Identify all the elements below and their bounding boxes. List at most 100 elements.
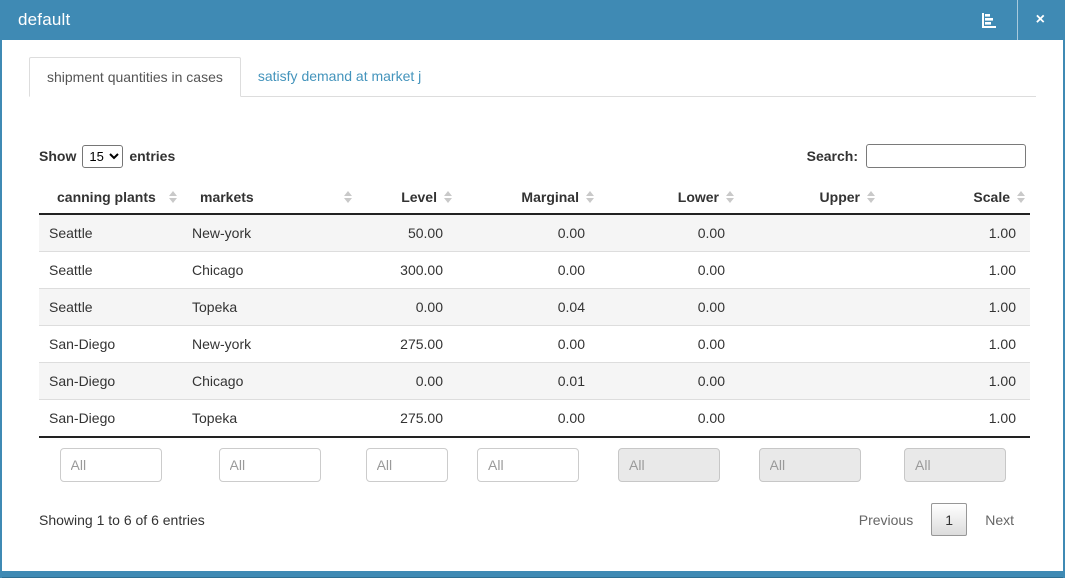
cell-marginal: 0.01 bbox=[457, 363, 599, 400]
cell-marginal: 0.00 bbox=[457, 214, 599, 252]
cell-canning-plants: Seattle bbox=[39, 252, 182, 289]
tab-bar: shipment quantities in cases satisfy dem… bbox=[29, 57, 1036, 97]
cell-upper bbox=[739, 214, 880, 252]
column-header-canning-plants[interactable]: canning plants bbox=[39, 181, 182, 214]
page-length-control: Show 15 entries bbox=[39, 145, 175, 168]
cell-upper bbox=[739, 289, 880, 326]
cell-level: 275.00 bbox=[357, 400, 457, 438]
cell-upper bbox=[739, 326, 880, 363]
cell-canning-plants: San-Diego bbox=[39, 400, 182, 438]
cell-markets: New-york bbox=[182, 214, 357, 252]
sort-icon[interactable] bbox=[444, 191, 452, 203]
cell-upper bbox=[739, 252, 880, 289]
column-header-lower[interactable]: Lower bbox=[599, 181, 739, 214]
datatable-section: Show 15 entries Search: canning plants ma… bbox=[2, 144, 1063, 536]
cell-markets: New-york bbox=[182, 326, 357, 363]
sort-icon[interactable] bbox=[1017, 191, 1025, 203]
tab-satisfy-demand[interactable]: satisfy demand at market j bbox=[241, 57, 438, 96]
cell-level: 50.00 bbox=[357, 214, 457, 252]
column-header-markets[interactable]: markets bbox=[182, 181, 357, 214]
cell-scale: 1.00 bbox=[880, 289, 1030, 326]
cell-markets: Chicago bbox=[182, 252, 357, 289]
show-label: Show bbox=[39, 148, 76, 164]
search-label: Search: bbox=[807, 148, 858, 164]
sort-icon[interactable] bbox=[344, 191, 352, 203]
sort-icon[interactable] bbox=[726, 191, 734, 203]
column-header-upper[interactable]: Upper bbox=[739, 181, 880, 214]
column-label: canning plants bbox=[57, 189, 156, 205]
cell-marginal: 0.00 bbox=[457, 326, 599, 363]
cell-scale: 1.00 bbox=[880, 252, 1030, 289]
column-header-level[interactable]: Level bbox=[357, 181, 457, 214]
cell-markets: Topeka bbox=[182, 400, 357, 438]
column-header-scale[interactable]: Scale bbox=[880, 181, 1030, 214]
column-label: Marginal bbox=[521, 189, 579, 205]
column-header-marginal[interactable]: Marginal bbox=[457, 181, 599, 214]
cell-canning-plants: San-Diego bbox=[39, 363, 182, 400]
cell-level: 0.00 bbox=[357, 289, 457, 326]
cell-upper bbox=[739, 400, 880, 438]
next-page-button[interactable]: Next bbox=[973, 506, 1026, 534]
cell-scale: 1.00 bbox=[880, 326, 1030, 363]
filter-input-markets[interactable] bbox=[219, 448, 321, 482]
cell-lower: 0.00 bbox=[599, 214, 739, 252]
cell-marginal: 0.00 bbox=[457, 252, 599, 289]
entries-label: entries bbox=[129, 148, 175, 164]
sort-icon[interactable] bbox=[867, 191, 875, 203]
filter-input-level[interactable] bbox=[366, 448, 449, 482]
cell-markets: Chicago bbox=[182, 363, 357, 400]
titlebar-actions: × bbox=[961, 0, 1063, 40]
cell-marginal: 0.00 bbox=[457, 400, 599, 438]
previous-page-button[interactable]: Previous bbox=[847, 506, 925, 534]
cell-scale: 1.00 bbox=[880, 214, 1030, 252]
bottom-accent-bar bbox=[2, 571, 1063, 578]
page-number-button[interactable]: 1 bbox=[931, 503, 967, 536]
table-row: SeattleNew-york50.000.000.001.00 bbox=[39, 214, 1030, 252]
table-row: San-DiegoChicago0.000.010.001.00 bbox=[39, 363, 1030, 400]
close-icon[interactable]: × bbox=[1018, 0, 1063, 40]
cell-lower: 0.00 bbox=[599, 363, 739, 400]
search-control: Search: bbox=[807, 144, 1026, 168]
results-table: canning plants markets Level Marginal Lower U… bbox=[39, 181, 1030, 488]
cell-canning-plants: Seattle bbox=[39, 214, 182, 252]
cell-lower: 0.00 bbox=[599, 326, 739, 363]
dialog-title: default bbox=[18, 10, 70, 30]
cell-scale: 1.00 bbox=[880, 400, 1030, 438]
page-length-select[interactable]: 15 bbox=[82, 145, 123, 168]
cell-level: 275.00 bbox=[357, 326, 457, 363]
table-row: San-DiegoNew-york275.000.000.001.00 bbox=[39, 326, 1030, 363]
table-row: SeattleChicago300.000.000.001.00 bbox=[39, 252, 1030, 289]
table-footer: Showing 1 to 6 of 6 entries Previous 1 N… bbox=[39, 503, 1026, 536]
cell-canning-plants: San-Diego bbox=[39, 326, 182, 363]
pagination: Previous 1 Next bbox=[847, 503, 1026, 536]
table-row: San-DiegoTopeka275.000.000.001.00 bbox=[39, 400, 1030, 438]
cell-upper bbox=[739, 363, 880, 400]
cell-level: 0.00 bbox=[357, 363, 457, 400]
filter-input-scale bbox=[904, 448, 1006, 482]
cell-canning-plants: Seattle bbox=[39, 289, 182, 326]
cell-marginal: 0.04 bbox=[457, 289, 599, 326]
tab-shipment-quantities[interactable]: shipment quantities in cases bbox=[29, 57, 241, 97]
column-label: Upper bbox=[820, 189, 860, 205]
titlebar: default × bbox=[2, 0, 1063, 40]
cell-lower: 0.00 bbox=[599, 252, 739, 289]
table-row: SeattleTopeka0.000.040.001.00 bbox=[39, 289, 1030, 326]
filter-input-marginal[interactable] bbox=[477, 448, 579, 482]
results-dialog: default × shipment quantities in cases s… bbox=[0, 0, 1065, 578]
column-filter-row bbox=[39, 437, 1030, 488]
column-label: markets bbox=[200, 189, 254, 205]
cell-lower: 0.00 bbox=[599, 289, 739, 326]
column-label: Lower bbox=[678, 189, 719, 205]
sort-icon[interactable] bbox=[586, 191, 594, 203]
column-label: Scale bbox=[973, 189, 1010, 205]
cell-scale: 1.00 bbox=[880, 363, 1030, 400]
cell-markets: Topeka bbox=[182, 289, 357, 326]
table-toolbar: Show 15 entries Search: bbox=[39, 144, 1026, 168]
filter-input-canning-plants[interactable] bbox=[60, 448, 162, 482]
column-label: Level bbox=[401, 189, 437, 205]
entries-info: Showing 1 to 6 of 6 entries bbox=[39, 512, 205, 528]
filter-input-lower bbox=[618, 448, 720, 482]
sort-icon[interactable] bbox=[169, 191, 177, 203]
bar-chart-icon[interactable] bbox=[961, 0, 1017, 40]
search-input[interactable] bbox=[866, 144, 1026, 168]
